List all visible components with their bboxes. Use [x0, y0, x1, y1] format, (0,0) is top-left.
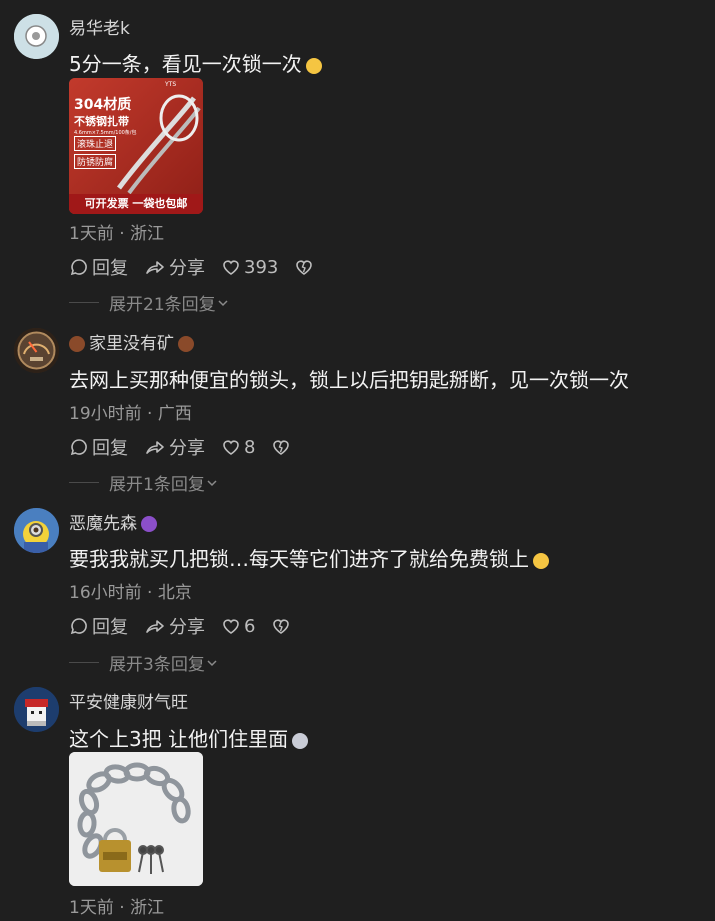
image-brand: YTS	[165, 81, 177, 88]
comment-actions: 回复 分享 393	[69, 254, 333, 280]
image-tag: 防锈防腐	[74, 154, 117, 169]
chevron-down-icon	[207, 479, 217, 486]
dislike-button[interactable]	[271, 616, 294, 636]
comment-text-content: 5分一条，看见一次锁一次	[69, 52, 302, 76]
share-button[interactable]: 分享	[144, 254, 205, 280]
cat-emoji-icon	[292, 732, 309, 749]
broken-heart-icon	[296, 260, 313, 275]
reply-button[interactable]: 回复	[69, 434, 128, 460]
comment-text: 要我我就买几把锁…每天等它们进齐了就给免费锁上	[69, 543, 549, 572]
author-name: 恶魔先森	[69, 514, 137, 534]
expand-replies-button[interactable]: 展开1条回复	[69, 470, 219, 495]
dislike-button[interactable]	[294, 257, 317, 277]
divider	[69, 662, 99, 663]
avatar[interactable]	[14, 328, 59, 373]
like-count: 6	[244, 615, 256, 637]
reply-button[interactable]: 回复	[69, 613, 128, 639]
expand-replies-button[interactable]: 展开3条回复	[69, 650, 219, 675]
like-count: 8	[244, 436, 256, 458]
like-button[interactable]: 8	[221, 437, 255, 458]
comment-author[interactable]: 恶魔先森	[69, 509, 157, 534]
avatar[interactable]	[14, 687, 59, 732]
image-text-line1: 304材质	[74, 97, 132, 113]
chevron-down-icon	[207, 659, 217, 666]
author-name: 家里没有矿	[89, 334, 174, 354]
divider	[69, 302, 99, 303]
comment-meta: 19小时前 · 广西	[69, 404, 192, 424]
image-text-line3: 4.6mm×7.5mm/100条/包	[74, 130, 137, 136]
comment-author[interactable]: 易华老k	[69, 14, 130, 39]
comment-actions: 回复 分享 6	[69, 613, 310, 639]
comment-image[interactable]: 304材质 不锈钢扎带 4.6mm×7.5mm/100条/包 滚珠止退 防锈防腐…	[69, 78, 203, 214]
smile-emoji-icon	[305, 57, 322, 74]
reply-icon	[70, 439, 87, 456]
share-label: 分享	[169, 617, 205, 638]
heart-icon	[223, 260, 239, 275]
reply-icon	[70, 259, 87, 276]
thinking-emoji-icon	[533, 552, 549, 569]
share-icon	[146, 620, 164, 633]
expand-replies-label: 展开1条回复	[109, 475, 205, 495]
broken-heart-icon	[273, 619, 290, 634]
person-emoji-icon	[178, 336, 194, 352]
reply-icon	[70, 618, 87, 635]
like-button[interactable]: 393	[221, 257, 278, 278]
share-button[interactable]: 分享	[144, 613, 205, 639]
comment-author[interactable]: 平安健康财气旺	[69, 688, 188, 713]
comment-text: 去网上买那种便宜的锁头，锁上以后把钥匙掰断，见一次锁一次	[69, 368, 629, 392]
expand-replies-label: 展开21条回复	[109, 295, 216, 315]
comment-text-content: 要我我就买几把锁…每天等它们进齐了就给免费锁上	[69, 547, 529, 571]
comment-text: 这个上3把 让他们住里面	[69, 723, 309, 752]
heart-icon	[223, 619, 239, 634]
reply-label: 回复	[92, 617, 128, 638]
comment-meta: 1天前 · 浙江	[69, 224, 165, 244]
avatar[interactable]	[14, 14, 59, 59]
comment-image[interactable]	[69, 752, 203, 886]
share-icon	[146, 441, 164, 454]
share-button[interactable]: 分享	[144, 434, 205, 460]
chain-lock-graphic-icon	[69, 752, 203, 886]
heart-icon	[223, 440, 239, 455]
expand-replies-button[interactable]: 展开21条回复	[69, 290, 230, 315]
comment-author[interactable]: 家里没有矿	[69, 329, 194, 354]
reply-label: 回复	[92, 258, 128, 279]
reply-label: 回复	[92, 438, 128, 459]
share-label: 分享	[169, 438, 205, 459]
broken-heart-icon	[273, 440, 290, 455]
image-footer: 可开发票 一袋也包邮	[69, 194, 203, 214]
comment-actions: 回复 分享 8	[69, 434, 310, 460]
person-emoji-icon	[69, 336, 85, 352]
like-button[interactable]: 6	[221, 616, 255, 637]
image-text-line2: 不锈钢扎带	[74, 115, 129, 128]
comment-text: 5分一条，看见一次锁一次	[69, 48, 322, 77]
comment-text-content: 这个上3把 让他们住里面	[69, 727, 289, 751]
share-icon	[146, 261, 164, 274]
reply-button[interactable]: 回复	[69, 254, 128, 280]
chevron-down-icon	[218, 299, 228, 306]
expand-replies-label: 展开3条回复	[109, 655, 205, 675]
image-tag: 滚珠止退	[74, 136, 117, 151]
devil-emoji-icon	[141, 516, 157, 532]
divider	[69, 482, 99, 483]
share-label: 分享	[169, 258, 205, 279]
dislike-button[interactable]	[271, 437, 294, 457]
comment-meta: 1天前 · 浙江	[69, 898, 165, 918]
like-count: 393	[244, 256, 279, 278]
avatar[interactable]	[14, 508, 59, 553]
comment-meta: 16小时前 · 北京	[69, 583, 192, 603]
